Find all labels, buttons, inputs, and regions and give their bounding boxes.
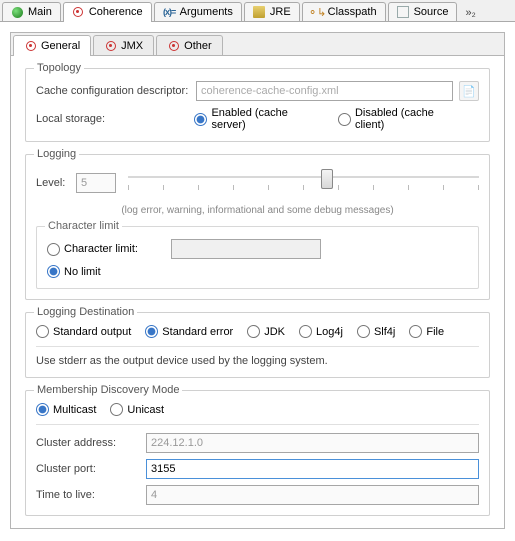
dest-log4j[interactable]: Log4j bbox=[299, 325, 343, 338]
cluster-port-input[interactable] bbox=[146, 459, 479, 479]
dest-description: Use stderr as the output device used by … bbox=[36, 355, 328, 367]
arguments-icon: (x)= bbox=[163, 6, 176, 19]
cluster-port-label: Cluster port: bbox=[36, 463, 146, 475]
membership-group: Membership Discovery Mode Multicast Unic… bbox=[25, 390, 490, 516]
radio-input[interactable] bbox=[47, 265, 60, 278]
char-limit-input bbox=[171, 239, 321, 259]
tab-label: Arguments bbox=[180, 6, 233, 18]
level-input[interactable] bbox=[76, 173, 116, 193]
descriptor-input[interactable] bbox=[196, 81, 453, 101]
descriptor-label: Cache configuration descriptor: bbox=[36, 85, 196, 97]
radio-input[interactable] bbox=[409, 325, 422, 338]
source-icon bbox=[397, 6, 410, 19]
radio-label: Enabled (cache server) bbox=[211, 107, 323, 131]
tab-general[interactable]: General bbox=[13, 35, 91, 56]
tab-label: Main bbox=[28, 6, 52, 18]
radio-input[interactable] bbox=[299, 325, 312, 338]
radio-label: Standard error bbox=[162, 326, 233, 338]
character-limit-group: Character limit Character limit: No limi… bbox=[36, 226, 479, 289]
dest-file[interactable]: File bbox=[409, 325, 444, 338]
level-slider[interactable] bbox=[128, 167, 479, 199]
more-label: »₂ bbox=[465, 7, 475, 19]
outer-tab-bar: Main Coherence (x)= Arguments JRE ⚬↳ Cla… bbox=[0, 0, 515, 22]
tab-jre[interactable]: JRE bbox=[244, 2, 300, 21]
tab-jmx[interactable]: JMX bbox=[93, 35, 154, 55]
ttl-input[interactable] bbox=[146, 485, 479, 505]
tab-classpath[interactable]: ⚬↳ Classpath bbox=[302, 2, 386, 21]
radio-label: Multicast bbox=[53, 404, 96, 416]
radio-input[interactable] bbox=[47, 243, 60, 256]
radio-input[interactable] bbox=[36, 403, 49, 416]
dest-stdout[interactable]: Standard output bbox=[36, 325, 131, 338]
dest-slf4j[interactable]: Slf4j bbox=[357, 325, 395, 338]
tab-main[interactable]: Main bbox=[2, 2, 61, 21]
cluster-address-label: Cluster address: bbox=[36, 437, 146, 449]
local-storage-enabled[interactable]: Enabled (cache server) bbox=[194, 107, 323, 131]
radio-label: Character limit: bbox=[64, 243, 138, 255]
unicast-radio[interactable]: Unicast bbox=[110, 403, 164, 416]
radio-label: No limit bbox=[64, 266, 101, 278]
tab-label: Classpath bbox=[328, 6, 377, 18]
coherence-icon bbox=[72, 6, 85, 19]
ttl-label: Time to live: bbox=[36, 489, 146, 501]
group-legend: Membership Discovery Mode bbox=[34, 384, 182, 396]
topology-group: Topology Cache configuration descriptor:… bbox=[25, 68, 490, 142]
radio-input[interactable] bbox=[247, 325, 260, 338]
tab-label: JRE bbox=[270, 6, 291, 18]
radio-input[interactable] bbox=[36, 325, 49, 338]
tab-label: JMX bbox=[121, 40, 143, 52]
radio-input[interactable] bbox=[338, 113, 351, 126]
tab-label: Other bbox=[184, 40, 212, 52]
level-label: Level: bbox=[36, 177, 76, 189]
radio-label: Standard output bbox=[53, 326, 131, 338]
level-description: (log error, warning, informational and s… bbox=[121, 205, 393, 216]
jre-icon bbox=[253, 6, 266, 19]
multicast-radio[interactable]: Multicast bbox=[36, 403, 96, 416]
tab-source[interactable]: Source bbox=[388, 2, 458, 21]
group-legend: Logging bbox=[34, 148, 79, 160]
radio-label: File bbox=[426, 326, 444, 338]
cluster-address-input[interactable] bbox=[146, 433, 479, 453]
local-storage-label: Local storage: bbox=[36, 113, 194, 125]
inner-panel: General JMX Other Topology Cache configu… bbox=[10, 32, 505, 529]
radio-label: Unicast bbox=[127, 404, 164, 416]
other-icon bbox=[167, 39, 180, 52]
tab-arguments[interactable]: (x)= Arguments bbox=[154, 2, 242, 21]
logging-group: Logging Level: bbox=[25, 154, 490, 300]
dest-jdk[interactable]: JDK bbox=[247, 325, 285, 338]
subgroup-legend: Character limit bbox=[45, 220, 122, 232]
tab-other[interactable]: Other bbox=[156, 35, 223, 55]
file-icon: 📄 bbox=[462, 85, 476, 98]
tab-label: General bbox=[41, 40, 80, 52]
inner-tab-bar: General JMX Other bbox=[11, 33, 504, 56]
jmx-icon bbox=[104, 39, 117, 52]
no-limit-radio[interactable]: No limit bbox=[47, 265, 101, 278]
radio-label: Slf4j bbox=[374, 326, 395, 338]
classpath-icon: ⚬↳ bbox=[311, 6, 324, 19]
tab-label: Source bbox=[414, 6, 449, 18]
dest-stderr[interactable]: Standard error bbox=[145, 325, 233, 338]
more-tabs-button[interactable]: »₂ bbox=[459, 4, 481, 21]
tab-label: Coherence bbox=[89, 6, 143, 18]
radio-label: Log4j bbox=[316, 326, 343, 338]
char-limit-radio[interactable]: Character limit: bbox=[47, 243, 157, 256]
group-legend: Topology bbox=[34, 62, 84, 74]
radio-input[interactable] bbox=[194, 113, 207, 126]
group-legend: Logging Destination bbox=[34, 306, 137, 318]
radio-input[interactable] bbox=[145, 325, 158, 338]
local-storage-disabled[interactable]: Disabled (cache client) bbox=[338, 107, 465, 131]
general-icon bbox=[24, 39, 37, 52]
tab-coherence[interactable]: Coherence bbox=[63, 2, 152, 22]
radio-input[interactable] bbox=[357, 325, 370, 338]
play-icon bbox=[11, 6, 24, 19]
logging-destination-group: Logging Destination Standard output Stan… bbox=[25, 312, 490, 378]
radio-label: Disabled (cache client) bbox=[355, 107, 465, 131]
browse-button[interactable]: 📄 bbox=[459, 81, 479, 101]
radio-input[interactable] bbox=[110, 403, 123, 416]
radio-label: JDK bbox=[264, 326, 285, 338]
